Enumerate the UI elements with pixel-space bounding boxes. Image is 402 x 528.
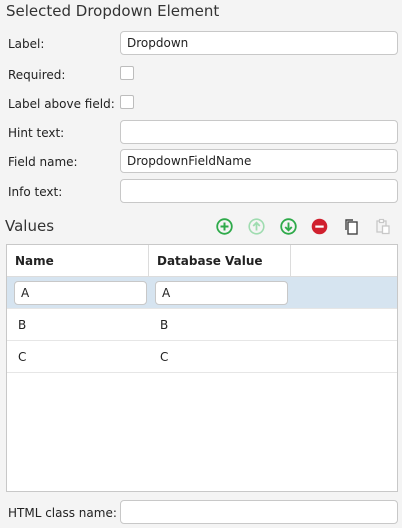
arrow-up-circle-icon (247, 217, 265, 235)
remove-value-button[interactable] (310, 217, 328, 235)
label-above-row: Label above field: (0, 91, 402, 119)
info-text-label: Info text: (8, 185, 63, 199)
table-row[interactable]: A A (7, 277, 397, 309)
add-circle-icon (215, 217, 233, 235)
add-value-button[interactable] (215, 217, 233, 235)
column-header-name[interactable]: Name (7, 245, 149, 277)
copy-icon (345, 218, 358, 235)
label-above-label: Label above field: (8, 97, 115, 111)
label-field-label: Label: (8, 37, 45, 51)
required-checkbox[interactable] (120, 66, 134, 80)
section-title: Selected Dropdown Element (6, 2, 220, 20)
hint-text-label: Hint text: (8, 126, 65, 140)
html-class-label: HTML class name: (8, 506, 117, 520)
remove-circle-icon (311, 218, 327, 234)
row-name-cell[interactable]: B (7, 309, 149, 341)
required-row: Required: (0, 62, 402, 90)
table-row[interactable]: B B (7, 309, 397, 341)
required-label: Required: (8, 68, 66, 82)
paste-button[interactable] (374, 217, 392, 235)
row-db-value-input[interactable]: A (155, 281, 288, 305)
info-text-row: Info text: (0, 179, 402, 207)
row-db-value-cell[interactable]: B (149, 309, 291, 341)
row-db-value-cell[interactable]: C (149, 341, 291, 373)
grid-header: Name Database Value (7, 245, 397, 277)
values-grid: Name Database Value A A B B C C (6, 244, 398, 492)
label-input[interactable]: Dropdown (120, 31, 398, 55)
info-text-input[interactable] (120, 179, 398, 203)
move-down-button[interactable] (279, 217, 297, 235)
row-name-input[interactable]: A (14, 281, 147, 305)
html-class-input[interactable] (120, 500, 398, 524)
arrow-down-circle-icon (279, 217, 297, 235)
column-header-database-value[interactable]: Database Value (149, 245, 291, 277)
field-name-label: Field name: (8, 155, 78, 169)
html-class-row: HTML class name: (0, 500, 402, 528)
copy-button[interactable] (342, 217, 360, 235)
values-title: Values (5, 217, 55, 235)
table-row[interactable]: C C (7, 341, 397, 373)
paste-icon (376, 218, 390, 234)
hint-text-row: Hint text: (0, 120, 402, 148)
hint-text-input[interactable] (120, 120, 398, 144)
move-up-button[interactable] (247, 217, 265, 235)
row-name-cell[interactable]: C (7, 341, 149, 373)
field-name-row: Field name: DropdownFieldName (0, 149, 402, 177)
label-above-checkbox[interactable] (120, 95, 134, 109)
field-name-input[interactable]: DropdownFieldName (120, 149, 398, 173)
label-row: Label: Dropdown (0, 31, 402, 59)
